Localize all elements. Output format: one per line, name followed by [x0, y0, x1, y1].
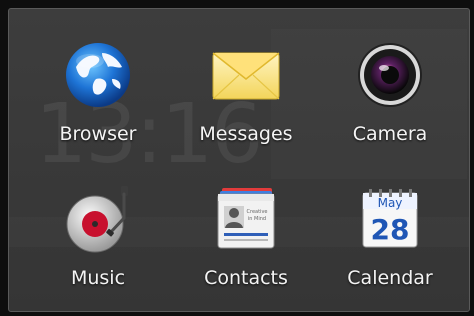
- app-music[interactable]: Music: [23, 181, 173, 301]
- app-label: Camera: [352, 123, 428, 145]
- camera-lens-icon: [350, 37, 430, 113]
- contact-card-icon: Creative in Mind: [206, 181, 286, 257]
- envelope-icon: [206, 37, 286, 113]
- calendar-icon: May 28: [350, 181, 430, 257]
- app-messages[interactable]: Messages: [171, 37, 321, 157]
- svg-text:Creative: Creative: [247, 209, 268, 215]
- app-label: Contacts: [204, 267, 288, 289]
- calendar-month-text: May: [378, 196, 403, 210]
- calendar-day-text: 28: [371, 213, 410, 246]
- app-label: Messages: [199, 123, 293, 145]
- app-label: Calendar: [347, 267, 433, 289]
- app-label: Music: [70, 267, 126, 289]
- globe-icon: [58, 37, 138, 113]
- app-camera[interactable]: Camera: [315, 37, 465, 157]
- app-browser[interactable]: Browser: [23, 37, 173, 157]
- screen: 13:16 Browser Messages Camera Music Crea…: [0, 0, 474, 316]
- app-label: Browser: [59, 123, 137, 145]
- turntable-icon: [58, 181, 138, 257]
- app-calendar[interactable]: May 28 Calendar: [315, 181, 465, 301]
- app-contacts[interactable]: Creative in Mind Contacts: [171, 181, 321, 301]
- app-folder-panel: 13:16 Browser Messages Camera Music Crea…: [8, 8, 470, 312]
- svg-text:in Mind: in Mind: [248, 216, 266, 222]
